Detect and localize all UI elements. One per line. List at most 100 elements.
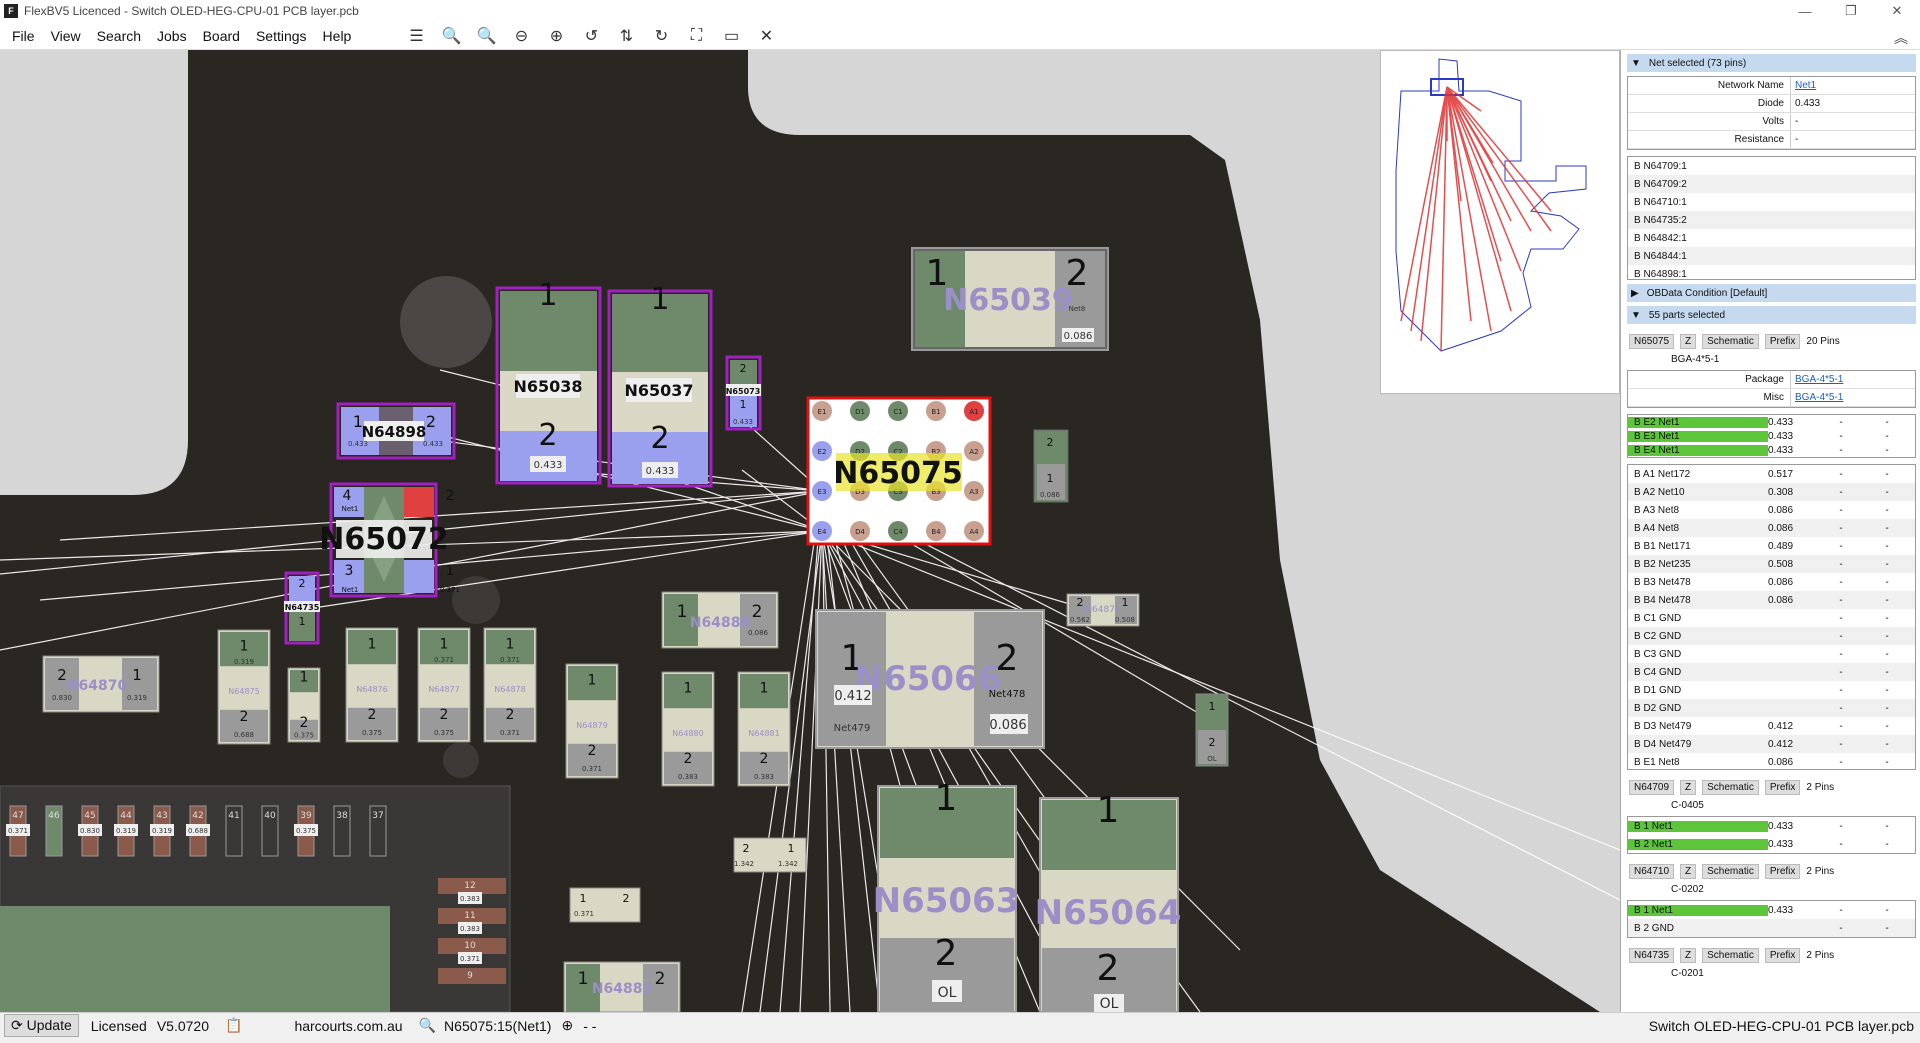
connector-pin-44[interactable]: 44 0.319	[114, 805, 138, 857]
part-pin-row[interactable]: B B3 Net478 0.086- -	[1628, 573, 1915, 591]
close-icon[interactable]: ✕	[754, 24, 779, 48]
part-n64880[interactable]: 1 2 N64880 0.383	[661, 671, 715, 787]
bga-ball-b4[interactable]: B4	[926, 521, 946, 541]
part-small-cap[interactable]: 2 1 0.086	[1033, 429, 1069, 503]
bga-ball-d1[interactable]: D1	[850, 401, 870, 421]
part-n64879[interactable]: 1 2 N64879 0.371	[565, 663, 619, 779]
expand-triangle-icon[interactable]: ▶	[1631, 288, 1639, 299]
part-n65075-bga[interactable]: E1 D1 C1 B1 A1E2 D2 C2 B2 A2E3 D3 C3 B3 A3E4 D4 C4 B4 A4…	[806, 396, 992, 546]
bga-ball-d4[interactable]: D4	[850, 521, 870, 541]
part-pin-row[interactable]: B D2 GND - -	[1628, 699, 1915, 717]
pcb-canvas[interactable]: 1 N65038 2 0.433 1 N65037 2 0.433 2 N650…	[0, 50, 1620, 1012]
list-icon[interactable]: ☰	[404, 24, 429, 48]
net-pin-item[interactable]: B N64842:1	[1628, 229, 1915, 247]
minimize-button[interactable]: —	[1782, 0, 1828, 22]
connector-block[interactable]: 47 0.371 46 45 0.830 44 0.319 43 0.319 42 0.688 41 4…	[0, 785, 511, 1012]
part-n64877[interactable]: 1 2 N64877 0.371 0.375	[417, 627, 471, 743]
part-pin-row[interactable]: B B2 Net235 0.508- -	[1628, 555, 1915, 573]
rotate-cw-icon[interactable]: ↻	[649, 24, 674, 48]
menu-settings[interactable]: Settings	[248, 28, 315, 44]
zoom-plus-icon[interactable]: ⊕	[544, 24, 569, 48]
clipboard-icon[interactable]: 📋	[225, 1017, 242, 1034]
prefix-button[interactable]: Prefix	[1764, 779, 1801, 795]
part-pin-row[interactable]: B E2 Net1 0.433- -	[1628, 415, 1915, 429]
connector-pin-47[interactable]: 47 0.371	[6, 805, 30, 857]
menu-view[interactable]: View	[43, 28, 89, 44]
part-n64875[interactable]: 1 2 N64875 0.319 0.688	[217, 629, 271, 745]
part-pin-row[interactable]: B C2 GND - -	[1628, 627, 1915, 645]
part-pin-row[interactable]: B D1 GND - -	[1628, 681, 1915, 699]
zoom-part-button[interactable]: Z	[1680, 947, 1697, 963]
part-n65037[interactable]: 1 N65037 2 0.433	[607, 282, 713, 488]
part-n65038[interactable]: 1 N65038 2 0.433	[495, 278, 602, 485]
part-pin-row[interactable]: B E4 Net1 0.433- -	[1628, 443, 1915, 457]
close-window-button[interactable]: ✕	[1874, 0, 1920, 22]
part-n64883[interactable]: 1 2 N64883	[563, 961, 681, 1012]
rotate-ccw-icon[interactable]: ↺	[579, 24, 604, 48]
prefix-button[interactable]: Prefix	[1764, 947, 1801, 963]
bga-ball-a4[interactable]: A4	[964, 521, 984, 541]
part-n64881[interactable]: 1 2 N64881 0.383	[737, 671, 791, 787]
obdata-header[interactable]: ▶ OBData Condition [Default]	[1627, 284, 1916, 302]
part-n65063[interactable]: 1 N65063 2 OL	[873, 778, 1020, 1012]
part-n64874[interactable]: 2 1 N64874 0.562 0.508	[1066, 593, 1140, 627]
connector-pin-46[interactable]: 46	[45, 805, 63, 857]
part-n64898[interactable]: 1 2 N64898 0.433 0.433	[336, 402, 456, 460]
zoom-part-button[interactable]: Z	[1680, 333, 1697, 349]
part-pin-row[interactable]: B 2 Net1 0.433- -	[1628, 835, 1915, 853]
net-pin-item[interactable]: B N64735:2	[1628, 211, 1915, 229]
part-n64735[interactable]: 2 N64735 1	[284, 571, 320, 645]
bga-ball-a3[interactable]: A3	[964, 481, 984, 501]
prefix-button[interactable]: Prefix	[1764, 863, 1801, 879]
zoom-minus-icon[interactable]: ⊖	[509, 24, 534, 48]
menu-help[interactable]: Help	[315, 28, 360, 44]
schematic-button[interactable]: Schematic	[1702, 333, 1759, 349]
part-name-button[interactable]: N64710	[1629, 863, 1675, 879]
parts-selected-header[interactable]: ▼ 55 parts selected	[1627, 306, 1916, 324]
bga-ball-e1[interactable]: E1	[812, 401, 832, 421]
bga-ball-a2[interactable]: A2	[964, 441, 984, 461]
crosshair-icon[interactable]: ⊕	[561, 1017, 573, 1034]
part-name-button[interactable]: N64709	[1629, 779, 1675, 795]
part-n65064[interactable]: 1 N65064 2 OL	[1035, 790, 1182, 1012]
part-n65072[interactable]: 4 2 N65072 3 1 Net1 Net1 0.371	[319, 482, 460, 598]
bga-ball-e2[interactable]: E2	[812, 441, 832, 461]
part-pin-row[interactable]: B C1 GND - -	[1628, 609, 1915, 627]
collapse-triangle-icon[interactable]: ▼	[1631, 58, 1641, 69]
net-selected-header[interactable]: ▼ Net selected (73 pins)	[1627, 54, 1916, 72]
part-pin-row[interactable]: B C3 GND - -	[1628, 645, 1915, 663]
part-small-res[interactable]: 1 20.375	[287, 667, 321, 743]
search-results-icon[interactable]: 🔍	[419, 1017, 436, 1034]
flip-icon[interactable]: ⇅	[614, 24, 639, 48]
part-pin-row[interactable]: B 1 Net1 0.433- -	[1628, 901, 1915, 919]
part-n64878[interactable]: 1 2 N64878 0.371 0.371	[483, 627, 537, 743]
net-pin-item[interactable]: B N64709:1	[1628, 157, 1915, 175]
part-pin-row[interactable]: B E1 Net8 0.086- -	[1628, 753, 1915, 769]
pcb-view[interactable]: 1 N65038 2 0.433 1 N65037 2 0.433 2 N650…	[0, 50, 1620, 1012]
menu-file[interactable]: File	[4, 28, 43, 44]
connector-pin-42[interactable]: 42 0.688	[186, 805, 210, 857]
net-pin-item[interactable]: B N64710:1	[1628, 193, 1915, 211]
part-pin-row[interactable]: B A2 Net10 0.308- -	[1628, 483, 1915, 501]
part-n64876[interactable]: 1 2 N64876 0.375	[345, 627, 399, 743]
part-n65073[interactable]: 2 N65073 1 0.433	[725, 355, 762, 431]
part-pins-table[interactable]: B 1 Net1 0.433- - B 2 GND - -	[1627, 900, 1916, 938]
bga-ball-c4[interactable]: C4	[888, 521, 908, 541]
connector-pin-45[interactable]: 45 0.830	[78, 805, 102, 857]
bga-ball-b1[interactable]: B1	[926, 401, 946, 421]
schematic-button[interactable]: Schematic	[1702, 863, 1759, 879]
part-pin-row[interactable]: B A4 Net8 0.086- -	[1628, 519, 1915, 537]
rectangle-icon[interactable]: ▭	[719, 24, 744, 48]
connector-pin-43[interactable]: 43 0.319	[150, 805, 174, 857]
part-pin-row[interactable]: B D4 Net479 0.412- -	[1628, 735, 1915, 753]
zoom-part-button[interactable]: Z	[1680, 863, 1697, 879]
part-n64870[interactable]: 2 1 N64870 0.830 0.319	[42, 655, 160, 713]
fit-icon[interactable]: ⛶	[684, 24, 709, 48]
net-pin-item[interactable]: B N64898:1	[1628, 265, 1915, 280]
net-pins-list[interactable]: B N64709:1 B N64709:2 B N64710:1 B N64735:2…	[1627, 156, 1916, 280]
part-pin-row[interactable]: B A1 Net172 0.517- -	[1628, 465, 1915, 483]
part-n65066[interactable]: 1 2 N65066 0.412 Net479 Net478 0.086	[815, 609, 1045, 749]
part-pins-table[interactable]: B A1 Net172 0.517- - B A2 Net10 0.308- - B A3 …	[1627, 464, 1916, 770]
zoom-out-icon[interactable]: 🔍	[439, 24, 464, 48]
connector-pin-9[interactable]: 9	[438, 968, 506, 984]
